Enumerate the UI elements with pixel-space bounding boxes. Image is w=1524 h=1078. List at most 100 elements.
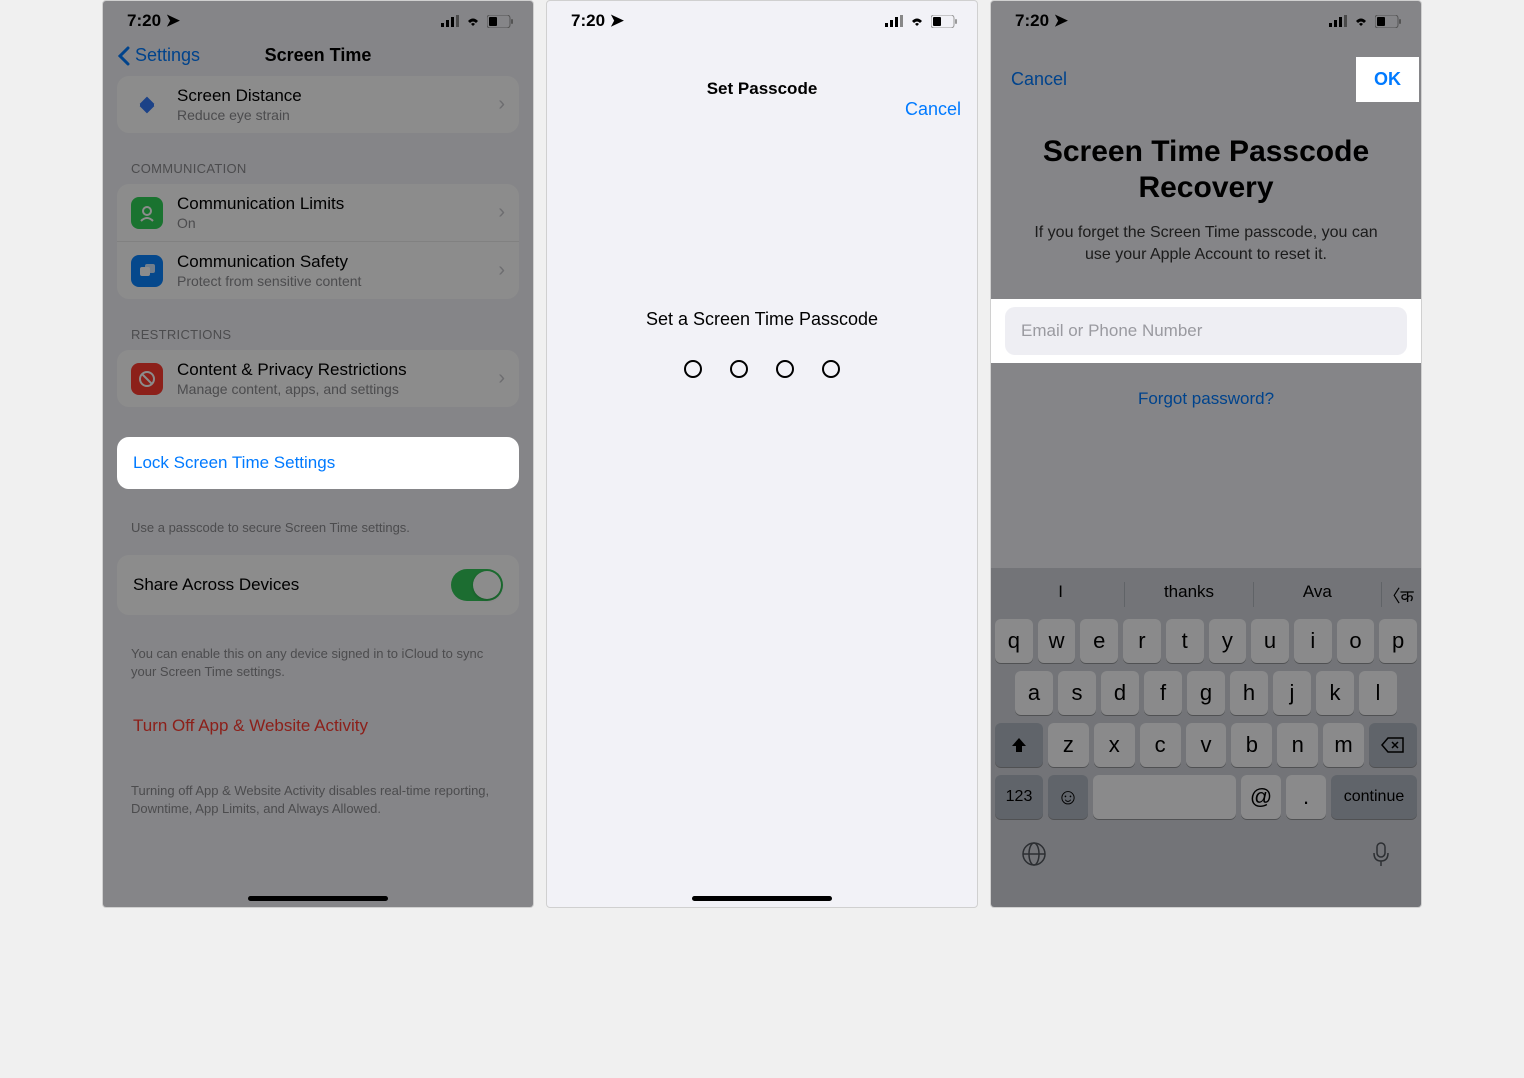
cancel-button[interactable]: Cancel (905, 99, 961, 120)
mic-icon[interactable] (1371, 841, 1391, 867)
lock-screen-time-button[interactable]: Lock Screen Time Settings (117, 437, 519, 489)
passcode-dot (822, 360, 840, 378)
cancel-button[interactable]: Cancel (1011, 69, 1067, 90)
wifi-icon (909, 15, 925, 27)
key-f[interactable]: f (1144, 671, 1182, 715)
row-subtitle: Protect from sensitive content (177, 273, 484, 289)
set-passcode-title: Set Passcode (547, 37, 977, 99)
key-l[interactable]: l (1359, 671, 1397, 715)
row-title: Content & Privacy Restrictions (177, 360, 484, 380)
communication-limits-row[interactable]: Communication Limits On › (117, 184, 519, 241)
key-e[interactable]: e (1080, 619, 1118, 663)
status-time: 7:20 ➤ (571, 11, 624, 31)
backspace-key[interactable] (1369, 723, 1417, 767)
space-key[interactable] (1093, 775, 1236, 819)
share-footer: You can enable this on any device signed… (103, 637, 533, 681)
keyboard-suggestions: I thanks Ava 〈क (991, 574, 1421, 615)
key-v[interactable]: v (1186, 723, 1227, 767)
location-icon: ➤ (166, 11, 180, 30)
suggestion[interactable]: thanks (1124, 582, 1252, 607)
share-devices-row[interactable]: Share Across Devices (117, 555, 519, 615)
passcode-dot (730, 360, 748, 378)
dot-key[interactable]: . (1286, 775, 1326, 819)
chevron-right-icon: › (498, 201, 505, 224)
key-j[interactable]: j (1273, 671, 1311, 715)
suggestion[interactable]: Ava (1253, 582, 1381, 607)
content-privacy-row[interactable]: Content & Privacy Restrictions Manage co… (117, 350, 519, 407)
screen-distance-row[interactable]: Screen Distance Reduce eye strain › (117, 76, 519, 133)
cellular-icon (441, 15, 459, 27)
key-x[interactable]: x (1094, 723, 1135, 767)
restrictions-header: RESTRICTIONS (103, 321, 533, 350)
key-r[interactable]: r (1123, 619, 1161, 663)
recovery-sheet: Cancel OK Screen Time Passcode Recovery … (991, 55, 1421, 907)
home-indicator[interactable] (248, 896, 388, 901)
numbers-key[interactable]: 123 (995, 775, 1043, 819)
key-i[interactable]: i (1294, 619, 1332, 663)
communication-group: Communication Limits On › Communication … (117, 184, 519, 299)
keyboard-bottom (991, 823, 1421, 907)
continue-key[interactable]: continue (1331, 775, 1417, 819)
ok-button[interactable]: OK (1374, 69, 1401, 89)
key-n[interactable]: n (1277, 723, 1318, 767)
wifi-icon (465, 15, 481, 27)
key-c[interactable]: c (1140, 723, 1181, 767)
emoji-key[interactable]: ☺ (1048, 775, 1088, 819)
battery-icon (931, 15, 957, 28)
recovery-title: Screen Time Passcode Recovery (991, 104, 1421, 222)
keyboard-row-1: qwertyuiop (991, 615, 1421, 667)
phone-3-passcode-recovery: 7:20 ➤ Cancel OK Screen Time Passcode Re… (990, 0, 1422, 908)
key-h[interactable]: h (1230, 671, 1268, 715)
forgot-password-link[interactable]: Forgot password? (991, 389, 1421, 409)
sheet-top-bar: Cancel OK (991, 55, 1421, 104)
globe-icon[interactable] (1021, 841, 1047, 867)
status-bar: 7:20 ➤ (991, 1, 1421, 37)
status-bar: 7:20 ➤ (547, 1, 977, 37)
row-subtitle: On (177, 215, 484, 231)
key-o[interactable]: o (1337, 619, 1375, 663)
wifi-icon (1353, 15, 1369, 27)
key-u[interactable]: u (1251, 619, 1289, 663)
location-icon: ➤ (610, 11, 624, 30)
key-k[interactable]: k (1316, 671, 1354, 715)
lock-footer: Use a passcode to secure Screen Time set… (103, 511, 533, 537)
content-privacy-icon (131, 363, 163, 395)
row-title: Communication Safety (177, 252, 484, 272)
suggestion-expand[interactable]: 〈क (1381, 582, 1415, 607)
nav-title: Screen Time (265, 45, 372, 66)
chevron-right-icon: › (498, 259, 505, 282)
key-m[interactable]: m (1323, 723, 1364, 767)
status-bar: 7:20 ➤ (103, 1, 533, 37)
key-a[interactable]: a (1015, 671, 1053, 715)
shift-key[interactable] (995, 723, 1043, 767)
communication-limits-icon (131, 197, 163, 229)
key-z[interactable]: z (1048, 723, 1089, 767)
key-g[interactable]: g (1187, 671, 1225, 715)
key-w[interactable]: w (1038, 619, 1076, 663)
home-indicator[interactable] (692, 896, 832, 901)
passcode-dots[interactable] (547, 360, 977, 378)
suggestion[interactable]: I (997, 582, 1124, 607)
restrictions-group: Content & Privacy Restrictions Manage co… (117, 350, 519, 407)
recovery-description: If you forget the Screen Time passcode, … (991, 222, 1421, 267)
key-t[interactable]: t (1166, 619, 1204, 663)
communication-safety-row[interactable]: Communication Safety Protect from sensit… (117, 241, 519, 299)
at-key[interactable]: @ (1241, 775, 1281, 819)
turn-off-activity-button[interactable]: Turn Off App & Website Activity (117, 700, 519, 752)
row-title: Share Across Devices (133, 575, 437, 595)
key-p[interactable]: p (1379, 619, 1417, 663)
status-right (1329, 15, 1401, 28)
email-phone-input[interactable] (1005, 307, 1407, 355)
key-y[interactable]: y (1209, 619, 1247, 663)
nav-back-button[interactable]: Settings (117, 45, 200, 66)
shift-icon (1009, 735, 1029, 755)
key-s[interactable]: s (1058, 671, 1096, 715)
key-b[interactable]: b (1231, 723, 1272, 767)
screen-distance-icon (131, 89, 163, 121)
share-devices-toggle[interactable] (451, 569, 503, 601)
cellular-icon (1329, 15, 1347, 27)
location-icon: ➤ (1054, 11, 1068, 30)
communication-header: COMMUNICATION (103, 155, 533, 184)
key-d[interactable]: d (1101, 671, 1139, 715)
key-q[interactable]: q (995, 619, 1033, 663)
